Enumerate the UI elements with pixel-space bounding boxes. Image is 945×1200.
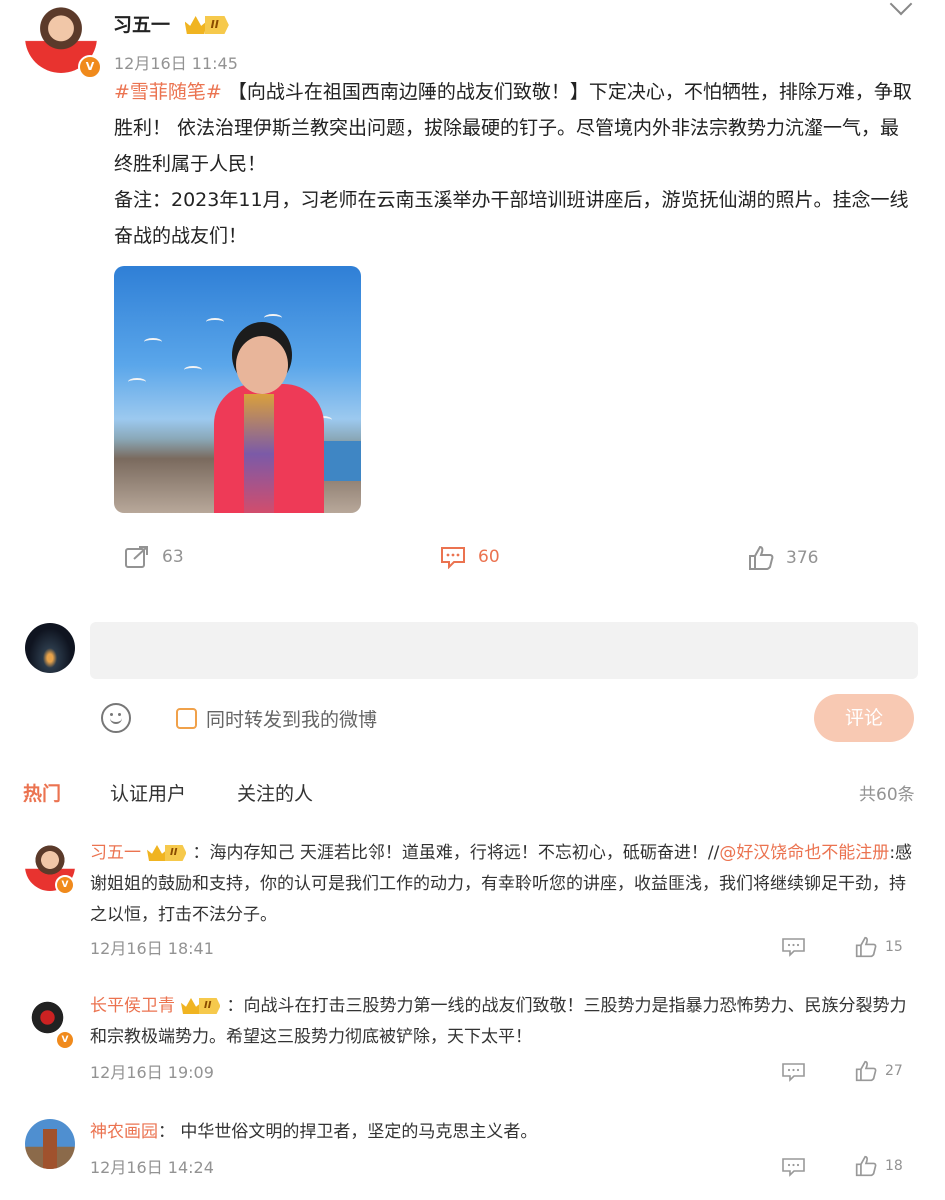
- comment-reply-button[interactable]: [782, 1062, 814, 1082]
- comment-like-count: 27: [885, 1063, 903, 1079]
- comment-icon: [782, 938, 805, 957]
- commenter-name[interactable]: 神农画园: [90, 1122, 158, 1142]
- comment-time: 12月16日 18:41: [90, 939, 214, 958]
- emoji-icon[interactable]: [101, 703, 131, 733]
- comment-reply-button[interactable]: [782, 937, 814, 957]
- like-button[interactable]: 376: [748, 545, 818, 571]
- verified-badge-icon: V: [78, 55, 102, 79]
- thumbs-up-icon: [855, 936, 877, 958]
- comment-content: ： 中华世俗文明的捍卫者，坚定的马克思主义者。: [158, 1122, 538, 1142]
- comment-text: 神农画园： 中华世俗文明的捍卫者，坚定的马克思主义者。: [90, 1117, 914, 1148]
- comment-reply-button[interactable]: [782, 1157, 814, 1177]
- verified-badge-icon: V: [55, 875, 75, 895]
- more-options-chevron-icon[interactable]: [889, 0, 913, 16]
- comment-icon: [782, 1063, 805, 1082]
- comment-like-button[interactable]: 27: [855, 1060, 903, 1082]
- comment-button[interactable]: 60: [440, 545, 500, 569]
- verified-badge-icon: V: [55, 1030, 75, 1050]
- comment-text: 长平侯卫青 II ：向战斗在打击三股势力第一线的战友们致敬！三股势力是指暴力恐怖势力…: [90, 991, 914, 1053]
- level-crown-icon: II: [147, 845, 187, 861]
- mention-link[interactable]: @好汉饶命也不能注册: [719, 843, 889, 863]
- comment-count: 60: [478, 547, 500, 567]
- tab-hot[interactable]: 热门: [23, 779, 61, 806]
- repost-button[interactable]: 63: [124, 545, 184, 569]
- post-content: 【向战斗在祖国西南边陲的战友们致敬！】下定决心，不怕牺牲，排除万难，争取胜利！ …: [114, 81, 912, 175]
- comment-time: 12月16日 14:24: [90, 1158, 214, 1177]
- comment-icon: [441, 547, 465, 569]
- author-name[interactable]: 习五一: [113, 14, 170, 36]
- my-avatar: [25, 623, 75, 673]
- post-time: 12月16日 11:45: [114, 54, 238, 73]
- hashtag-link[interactable]: #雪菲随笔#: [114, 81, 222, 103]
- commenter-name[interactable]: 长平侯卫青: [90, 996, 175, 1016]
- like-count: 376: [786, 548, 819, 568]
- repost-count: 63: [162, 547, 184, 567]
- commenter-name[interactable]: 习五一: [90, 843, 141, 863]
- comment-input[interactable]: [90, 622, 918, 679]
- thumbs-up-icon: [855, 1060, 877, 1082]
- share-icon: [125, 546, 148, 568]
- forward-checkbox[interactable]: [176, 708, 197, 729]
- comment-content: ：海内存知己 天涯若比邻！道虽难，行将远！不忘初心，砥砺奋进！//: [192, 843, 720, 863]
- tab-verified-users[interactable]: 认证用户: [110, 779, 186, 806]
- comment-icon: [782, 1158, 805, 1177]
- comment-text: 习五一 II ：海内存知己 天涯若比邻！道虽难，行将远！不忘初心，砥砺奋进！//@好…: [90, 838, 914, 931]
- post-note: 备注：2023年11月，习老师在云南玉溪举办干部培训班讲座后，游览抚仙湖的照片。…: [114, 189, 909, 247]
- commenter-avatar[interactable]: [25, 1119, 75, 1169]
- post-photo[interactable]: [114, 266, 361, 513]
- comment-total: 共60条: [859, 785, 915, 805]
- post-author[interactable]: 习五一 II: [113, 10, 229, 37]
- submit-comment-button[interactable]: 评论: [814, 694, 914, 742]
- comment-like-count: 15: [885, 939, 903, 955]
- level-crown-icon: II: [181, 998, 221, 1014]
- post-body: #雪菲随笔# 【向战斗在祖国西南边陲的战友们致敬！】下定决心，不怕牺牲，排除万难…: [114, 74, 914, 254]
- level-crown-icon: II: [184, 15, 229, 35]
- level-label: II: [204, 16, 229, 34]
- tab-following[interactable]: 关注的人: [237, 779, 313, 806]
- forward-label[interactable]: 同时转发到我的微博: [206, 705, 377, 732]
- comment-like-button[interactable]: 18: [855, 1155, 903, 1177]
- comment-time: 12月16日 19:09: [90, 1063, 214, 1082]
- comment-like-count: 18: [885, 1158, 903, 1174]
- thumbs-up-icon: [749, 545, 774, 570]
- comment-like-button[interactable]: 15: [855, 936, 903, 958]
- thumbs-up-icon: [855, 1155, 877, 1177]
